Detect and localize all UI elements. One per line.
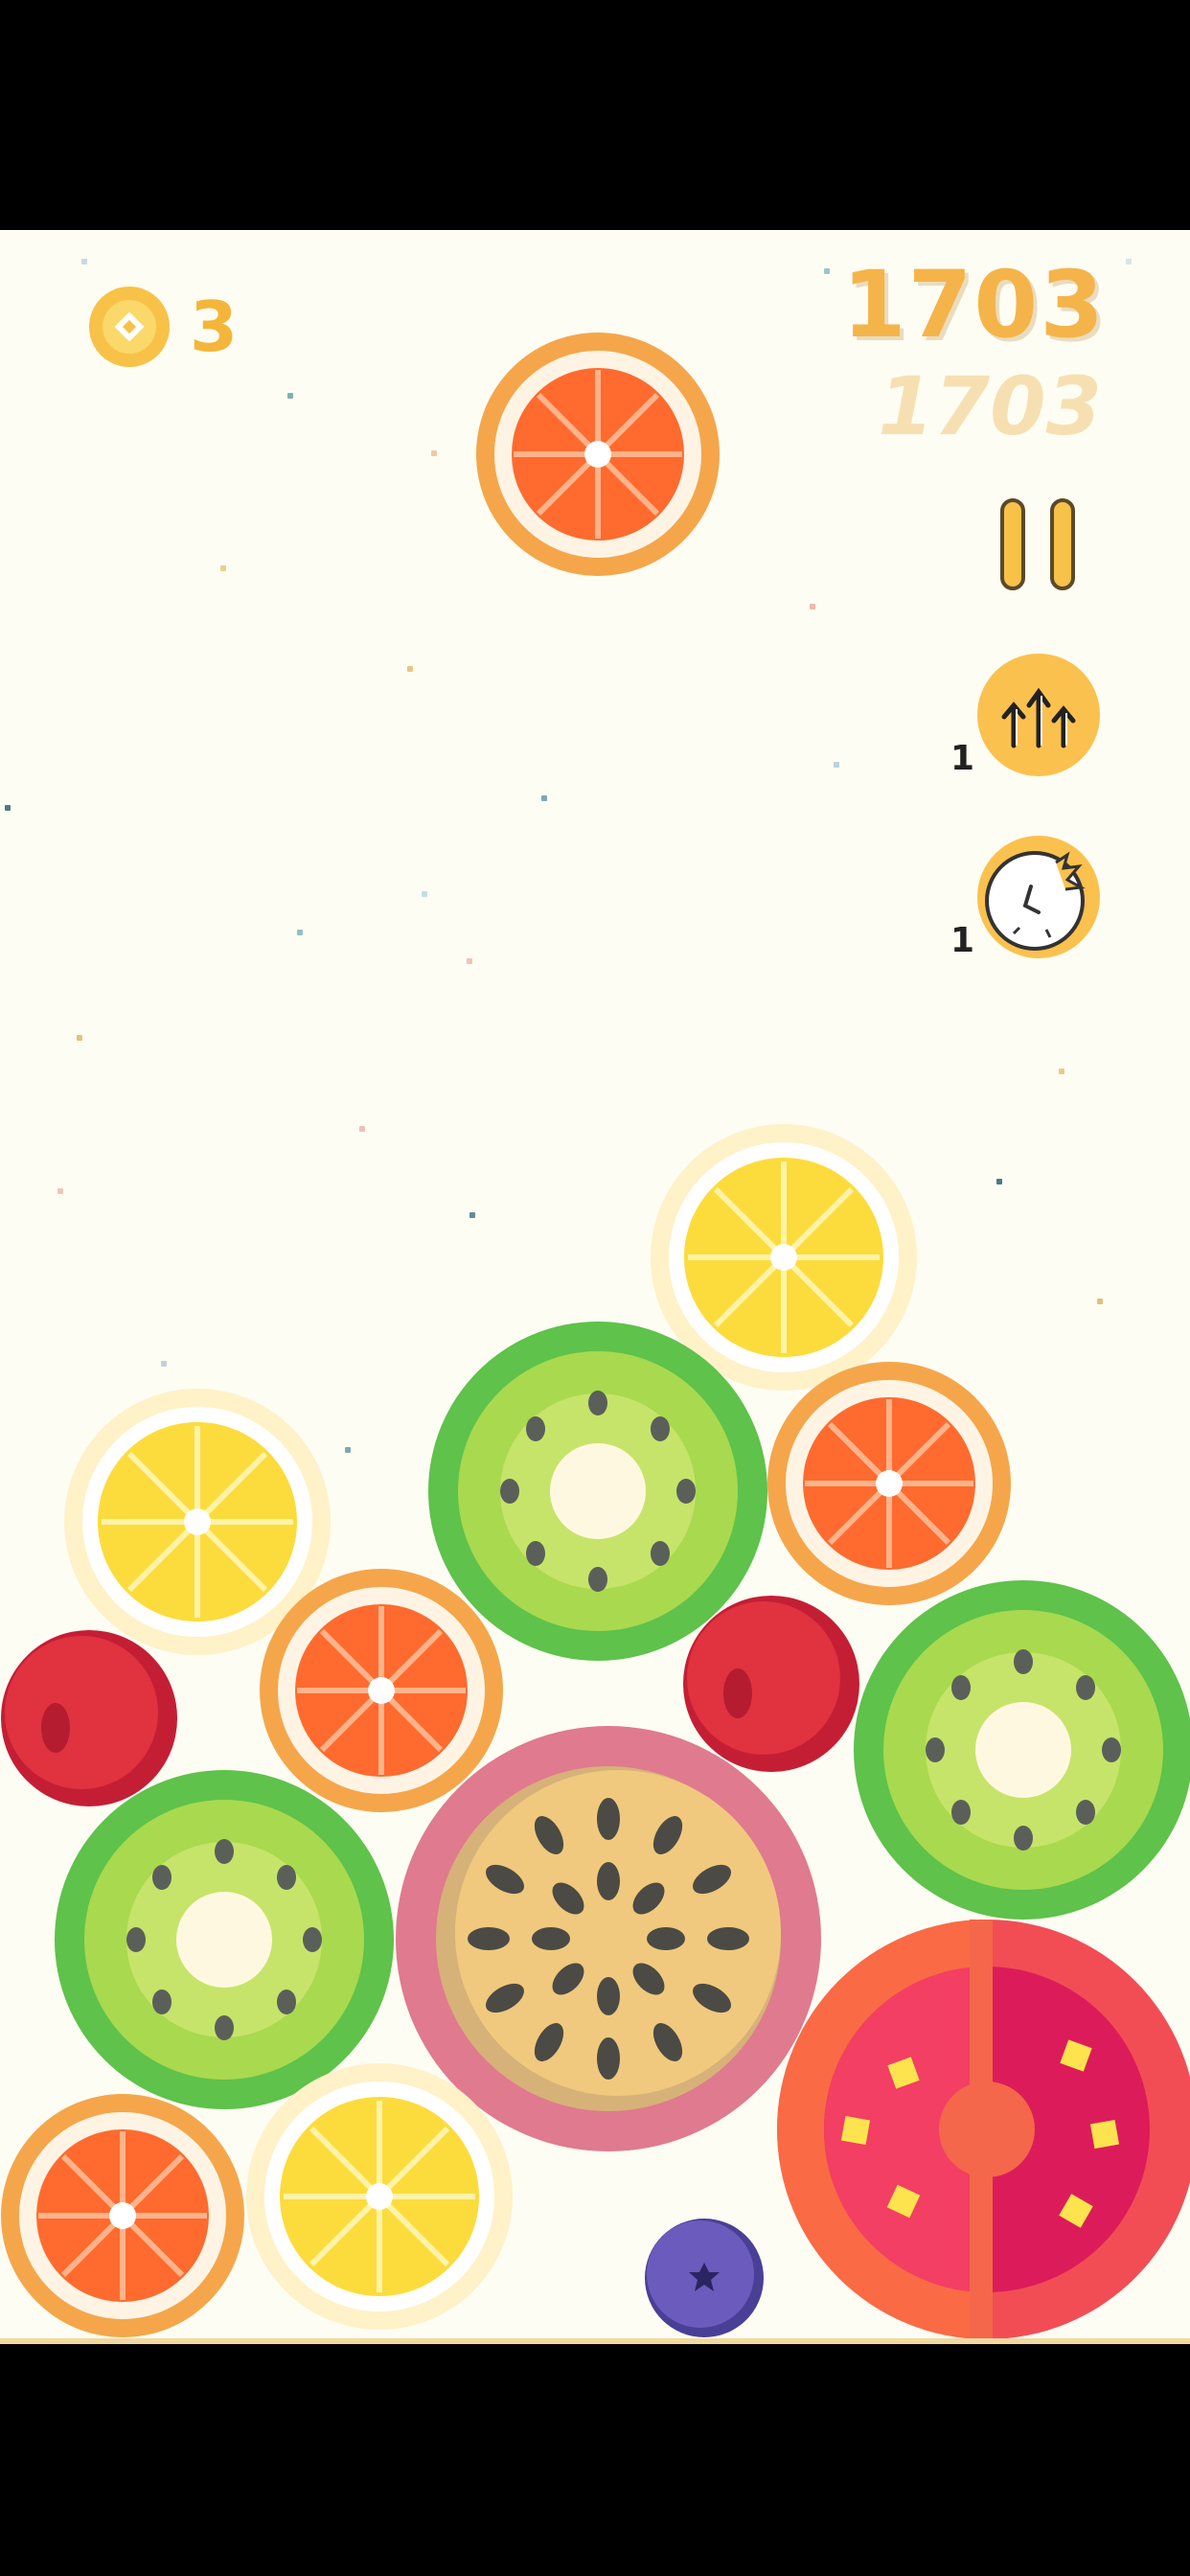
confetti-speck <box>161 1361 167 1367</box>
confetti-speck <box>220 565 226 571</box>
confetti-speck <box>77 1035 82 1041</box>
confetti-speck <box>996 1179 1002 1184</box>
confetti-speck <box>287 393 293 399</box>
fruit-orange <box>1 2094 244 2337</box>
confetti-speck <box>431 450 437 456</box>
confetti-speck <box>422 891 427 897</box>
confetti-speck <box>467 958 472 964</box>
confetti-speck <box>810 604 815 610</box>
confetti-speck <box>359 1126 365 1132</box>
game-board[interactable]: 3 1703 1703 1 1 <box>0 230 1190 2344</box>
coin-counter: 3 <box>88 286 238 368</box>
pause-icon <box>1000 498 1025 590</box>
fruit-lemon <box>246 2063 513 2330</box>
confetti-speck <box>5 805 11 811</box>
confetti-speck <box>541 795 547 801</box>
coin-count: 3 <box>190 287 239 367</box>
floor-line <box>0 2338 1190 2344</box>
fruit-blueberry <box>645 2219 764 2337</box>
fruit-orange <box>767 1362 1011 1605</box>
confetti-speck <box>1126 259 1132 264</box>
powerup-count: 1 <box>950 921 975 960</box>
confetti-speck <box>1059 1069 1064 1074</box>
smash-clock-icon <box>977 836 1100 958</box>
pause-button[interactable] <box>1000 498 1081 594</box>
next-fruit-orange[interactable] <box>475 332 721 577</box>
confetti-speck <box>297 930 303 935</box>
confetti-speck <box>834 762 839 768</box>
confetti-speck <box>57 1188 63 1194</box>
powerup-shake-button[interactable]: 1 <box>950 652 1102 778</box>
powerup-count: 1 <box>950 739 975 778</box>
pause-icon <box>1050 498 1075 590</box>
best-score: 1703 <box>878 359 1102 453</box>
coin-icon <box>89 287 170 367</box>
fruit-kiwi <box>854 1580 1190 1920</box>
confetti-speck <box>469 1212 475 1218</box>
confetti-speck <box>824 268 830 274</box>
confetti-speck <box>407 666 413 672</box>
fruit-kiwi <box>55 1770 394 2109</box>
confetti-speck <box>345 1447 351 1453</box>
current-score: 1703 <box>841 251 1106 358</box>
fruit-tomato <box>777 1920 1190 2339</box>
confetti-speck <box>1097 1299 1103 1304</box>
powerup-smash-button[interactable]: 1 <box>950 834 1102 960</box>
confetti-speck <box>81 259 87 264</box>
arrows-up-icon <box>977 654 1100 776</box>
